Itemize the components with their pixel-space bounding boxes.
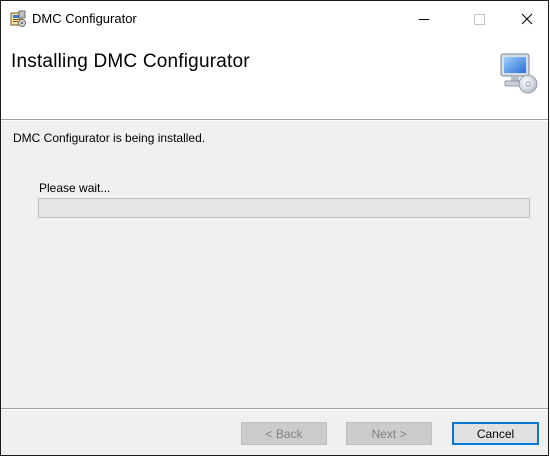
please-wait-label: Please wait... <box>39 181 111 195</box>
minimize-button[interactable] <box>401 1 447 37</box>
header-banner: Installing DMC Configurator <box>1 37 548 120</box>
maximize-icon <box>473 13 485 25</box>
maximize-button[interactable] <box>456 1 502 37</box>
window-title: DMC Configurator <box>32 11 137 26</box>
installer-app-icon <box>10 10 26 27</box>
back-button[interactable]: < Back <box>241 422 327 445</box>
cancel-button[interactable]: Cancel <box>452 422 539 445</box>
installer-window: DMC Configurator Installing DMC Configur… <box>0 0 549 456</box>
page-title: Installing DMC Configurator <box>11 51 250 72</box>
minimize-icon <box>419 19 429 20</box>
computer-cd-icon <box>500 53 538 94</box>
next-button[interactable]: Next > <box>346 422 432 445</box>
install-progress-bar <box>38 198 530 218</box>
install-status-text: DMC Configurator is being installed. <box>13 131 206 145</box>
close-button[interactable] <box>504 1 548 37</box>
title-bar[interactable]: DMC Configurator <box>1 1 548 37</box>
footer-divider <box>1 408 548 410</box>
close-icon <box>521 13 533 25</box>
